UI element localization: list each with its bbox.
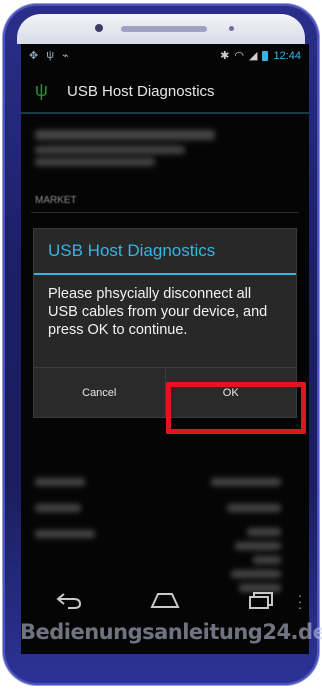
settings-notification-icon: ✥	[29, 50, 39, 62]
front-camera	[95, 24, 103, 32]
debug-notification-icon: ⌁	[62, 50, 69, 62]
action-bar: ψ USB Host Diagnostics	[21, 70, 309, 114]
dialog-message: Please phsycially disconnect all USB cab…	[48, 286, 268, 338]
battery-icon	[262, 50, 269, 61]
earpiece-speaker	[121, 26, 207, 32]
phone-frame: ✥ ψ ⌁ ✱ ◠ ◢ 12:44 ψ USB Host Diagnostics	[3, 4, 319, 685]
usb-notification-icon: ψ	[46, 49, 55, 61]
bg-text-line	[35, 130, 215, 140]
status-bar: ✥ ψ ⌁ ✱ ◠ ◢ 12:44	[21, 44, 309, 68]
system-icons: ✱ ◠ ◢ 12:44	[220, 49, 301, 63]
proximity-sensor	[229, 26, 234, 31]
recents-button[interactable]	[239, 584, 283, 616]
bg-text-line	[227, 504, 281, 512]
dialog-title: USB Host Diagnostics	[48, 241, 216, 260]
bg-text-line	[35, 478, 85, 486]
back-icon	[56, 593, 82, 609]
market-section-label: MARKET	[35, 195, 77, 206]
bg-text-line	[235, 542, 281, 550]
wifi-icon: ◠	[234, 50, 244, 62]
bg-text-line	[35, 530, 95, 538]
bg-text-line	[35, 504, 81, 512]
notification-icons: ✥ ψ ⌁	[29, 49, 69, 62]
phone-top-bezel	[17, 14, 305, 44]
bluetooth-icon: ✱	[220, 50, 230, 62]
section-divider	[31, 212, 299, 213]
recents-icon	[249, 592, 273, 609]
phone-screen: ✥ ψ ⌁ ✱ ◠ ◢ 12:44 ψ USB Host Diagnostics	[21, 44, 309, 654]
cancel-button[interactable]: Cancel	[34, 368, 165, 417]
bg-text-line	[247, 528, 281, 536]
back-button[interactable]	[47, 584, 91, 616]
navigation-bar	[21, 576, 309, 624]
bg-text-line	[253, 556, 281, 564]
signal-icon: ◢	[249, 50, 258, 62]
status-clock: 12:44	[273, 49, 301, 62]
usb-icon: ψ	[35, 80, 48, 100]
overflow-menu-icon[interactable]: · · ·	[297, 588, 303, 614]
home-button[interactable]	[143, 584, 187, 616]
bg-text-line	[35, 158, 155, 166]
ok-button-highlight	[166, 382, 306, 434]
dialog-title-divider	[34, 273, 296, 275]
bg-text-line	[211, 478, 281, 486]
bg-text-line	[35, 146, 185, 154]
watermark-text: Bedienungsanleitung24.de	[20, 620, 322, 644]
app-title: USB Host Diagnostics	[67, 83, 215, 100]
home-icon	[150, 593, 180, 608]
